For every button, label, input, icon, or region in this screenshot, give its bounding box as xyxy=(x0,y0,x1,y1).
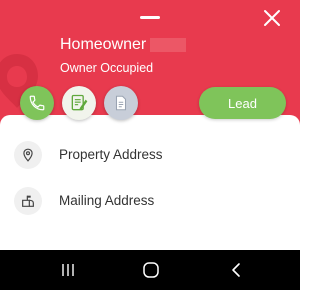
add-note-button[interactable] xyxy=(62,86,96,120)
mailing-address-row[interactable]: Mailing Address xyxy=(0,183,300,219)
home-icon[interactable] xyxy=(141,260,161,280)
row-icon-container xyxy=(14,141,42,169)
phone-icon xyxy=(29,95,45,111)
row-icon-container xyxy=(14,187,42,215)
document-button[interactable] xyxy=(104,86,138,120)
property-address-row[interactable]: Property Address xyxy=(0,137,300,173)
document-icon xyxy=(115,95,127,111)
owner-status: Owner Occupied xyxy=(60,61,154,75)
back-icon[interactable] xyxy=(226,260,246,280)
recent-apps-icon[interactable] xyxy=(58,260,78,280)
owner-bottom-sheet: Homeowner Owner Occupied Lead Property A… xyxy=(0,0,300,250)
property-address-label: Property Address xyxy=(59,147,163,162)
mailbox-icon xyxy=(22,195,34,207)
lead-button[interactable]: Lead xyxy=(199,87,286,119)
close-icon[interactable] xyxy=(262,8,282,28)
redacted-text xyxy=(150,38,186,52)
system-nav-bar xyxy=(0,250,300,290)
owner-name: Homeowner xyxy=(60,36,147,53)
drag-handle[interactable] xyxy=(140,16,160,19)
edit-note-icon xyxy=(71,94,88,111)
mailing-address-label: Mailing Address xyxy=(59,193,155,208)
call-button[interactable] xyxy=(20,86,54,120)
map-pin-icon xyxy=(23,148,33,162)
